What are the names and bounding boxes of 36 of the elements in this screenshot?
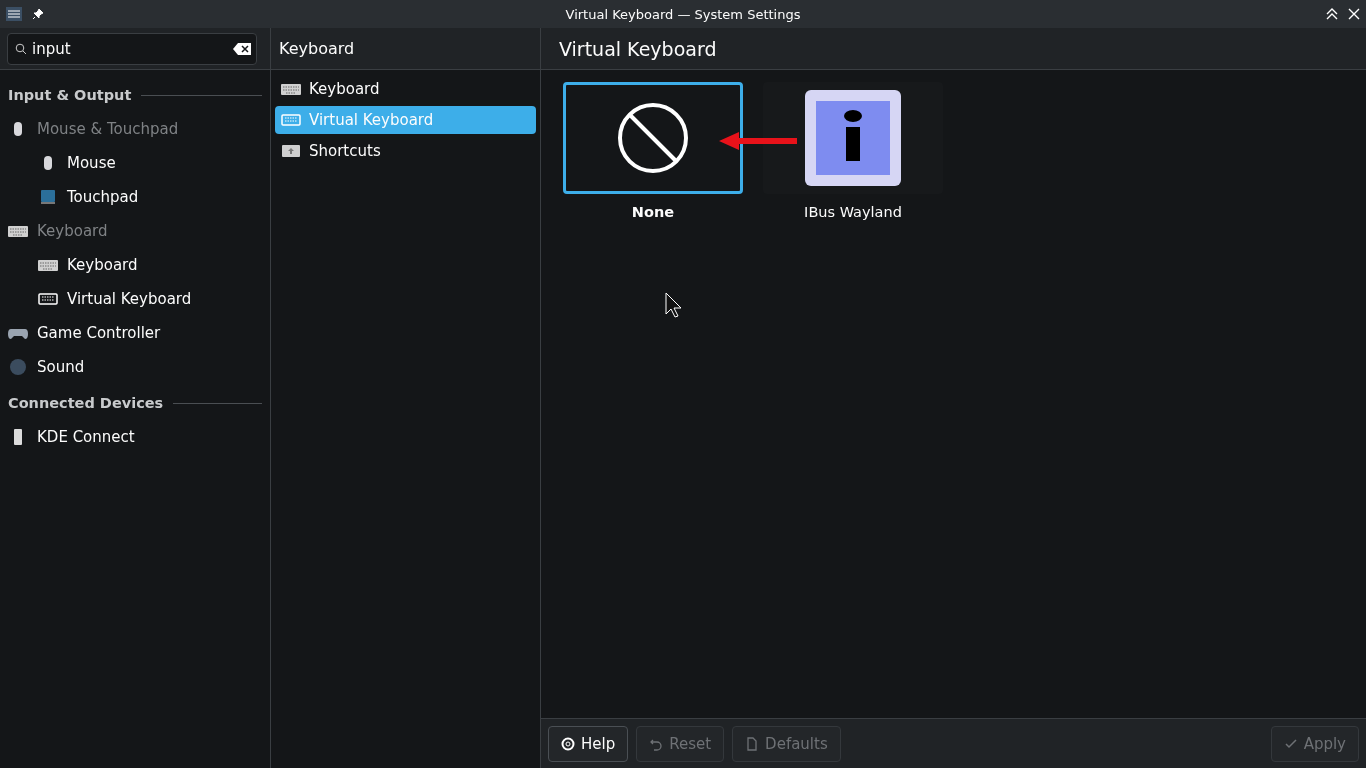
cursor-icon	[665, 292, 681, 318]
close-icon[interactable]	[1348, 8, 1360, 20]
section-title: Connected Devices	[8, 395, 164, 411]
option-tile[interactable]	[563, 82, 743, 194]
sidebar-item[interactable]: Game Controller	[8, 316, 262, 350]
pin-icon[interactable]	[32, 8, 44, 20]
touchpad-icon	[38, 189, 58, 205]
clear-icon[interactable]	[233, 42, 251, 55]
sidebar-item[interactable]: KDE Connect	[8, 420, 262, 454]
keyboard-icon	[38, 291, 58, 307]
keyboard-icon	[281, 81, 301, 97]
option-label: IBus Wayland	[804, 204, 902, 220]
key-icon	[281, 143, 301, 159]
keyboard-icon	[38, 257, 58, 273]
arrow-icon	[719, 132, 797, 150]
footer-button[interactable]: Help	[548, 725, 629, 762]
document-icon	[745, 736, 760, 751]
sidebar-item[interactable]: Sound	[8, 350, 262, 384]
section-title: Input & Output	[8, 87, 132, 103]
keep-above-icon[interactable]	[1326, 8, 1338, 20]
panel-title: Keyboard	[278, 39, 355, 58]
settings-app-icon[interactable]	[6, 7, 22, 21]
lifebuoy-icon	[561, 736, 575, 751]
list-item[interactable]: Shortcuts	[275, 137, 536, 165]
keyboard-icon	[281, 112, 301, 128]
search-field[interactable]: input	[7, 32, 257, 65]
page-title: Virtual Keyboard	[558, 37, 717, 60]
search-icon	[15, 42, 27, 55]
option-label: None	[631, 204, 675, 220]
info-icon	[804, 89, 902, 187]
window-title: Virtual Keyboard — System Settings	[565, 6, 801, 22]
check-icon	[1283, 736, 1298, 751]
speaker-icon	[8, 359, 28, 375]
list-item[interactable]: Keyboard	[275, 75, 536, 103]
keyboard-icon	[8, 223, 28, 239]
prohibited-icon	[617, 102, 689, 174]
